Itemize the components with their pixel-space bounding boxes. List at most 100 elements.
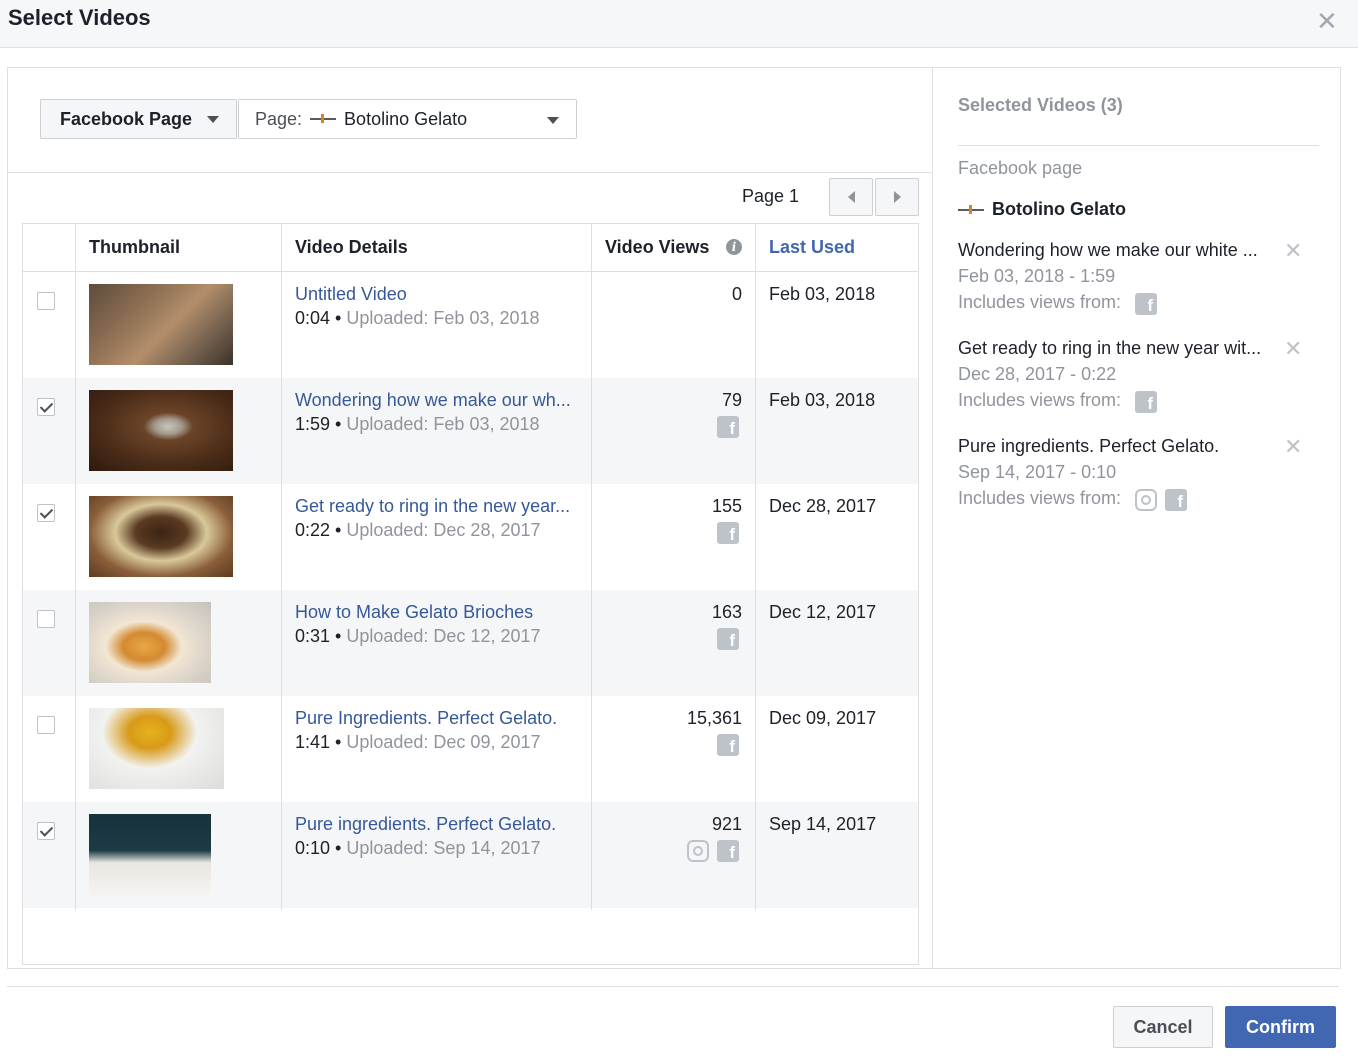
page-name-label: Botolino Gelato	[344, 108, 468, 129]
video-uploaded: Uploaded: Dec 09, 2017	[346, 732, 541, 752]
chevron-down-icon	[547, 117, 559, 124]
dialog-title: Select Videos	[8, 5, 151, 30]
confirm-button[interactable]: Confirm	[1225, 1006, 1336, 1048]
divider	[958, 145, 1319, 146]
selected-videos-pane: Selected Videos (3) Facebook page Botoli…	[933, 68, 1340, 968]
facebook-icon: f	[717, 522, 739, 544]
table-header: Thumbnail Video Details Video Views i La…	[23, 224, 918, 272]
table-row: Get ready to ring in the new year... 0:2…	[23, 484, 918, 590]
video-title-link[interactable]: Pure ingredients. Perfect Gelato.	[295, 814, 556, 835]
instagram-icon	[687, 840, 709, 862]
video-title-link[interactable]: Pure Ingredients. Perfect Gelato.	[295, 708, 557, 729]
video-last-used: Feb 03, 2018	[769, 390, 876, 410]
includes-views-label: Includes views from:	[958, 488, 1122, 508]
filter-bar: Facebook Page Page: Botolino Gelato	[8, 68, 932, 173]
selected-video-name: Pure ingredients. Perfect Gelato.	[958, 436, 1220, 456]
video-meta: 0:31 • Uploaded: Dec 12, 2017	[295, 626, 541, 646]
prev-page-button[interactable]	[829, 178, 873, 216]
row-checkbox[interactable]	[37, 822, 55, 840]
chevron-right-icon	[893, 191, 901, 203]
video-views: 155	[711, 496, 742, 516]
remove-selected-button[interactable]: ✕	[1284, 336, 1302, 362]
video-duration: 1:59	[295, 414, 331, 434]
source-type-label: Facebook Page	[60, 108, 193, 129]
selected-video-item: Get ready to ring in the new year wit...…	[958, 336, 1308, 418]
column-header-thumbnail: Thumbnail	[89, 237, 180, 257]
cancel-button[interactable]: Cancel	[1113, 1006, 1213, 1048]
table-row: Pure Ingredients. Perfect Gelato. 1:41 •…	[23, 696, 918, 802]
column-header-views: Video Views	[605, 237, 710, 257]
includes-views-from: Includes views from: f	[958, 292, 1308, 320]
selected-source-label: Facebook page	[958, 158, 1083, 178]
remove-selected-button[interactable]: ✕	[1284, 434, 1302, 460]
video-last-used: Dec 12, 2017	[769, 602, 877, 622]
row-checkbox[interactable]	[37, 504, 55, 522]
facebook-icon: f	[1165, 489, 1187, 511]
facebook-icon: f	[717, 416, 739, 438]
video-duration: 0:10	[295, 838, 331, 858]
video-meta: 0:22 • Uploaded: Dec 28, 2017	[295, 520, 541, 540]
selected-video-name: Get ready to ring in the new year wit...	[958, 338, 1262, 358]
video-last-used: Feb 03, 2018	[769, 284, 876, 304]
row-checkbox[interactable]	[37, 610, 55, 628]
video-views: 0	[731, 284, 742, 304]
dialog-header: Select Videos ✕	[0, 0, 1358, 48]
video-thumbnail[interactable]	[89, 390, 233, 471]
selected-video-sub: Dec 28, 2017 - 0:22	[958, 364, 1117, 384]
page-indicator: Page 1	[742, 186, 800, 206]
column-divider	[591, 224, 592, 910]
video-views: 163	[711, 602, 742, 622]
page-logo-icon	[958, 203, 984, 216]
page-dropdown[interactable]: Page: Botolino Gelato	[238, 99, 577, 139]
video-duration: 0:31	[295, 626, 331, 646]
facebook-icon: f	[1135, 391, 1157, 413]
selected-page-label: Botolino Gelato	[992, 199, 1126, 219]
table-row: Pure ingredients. Perfect Gelato. 0:10 •…	[23, 802, 918, 908]
video-title-link[interactable]: Get ready to ring in the new year...	[295, 496, 570, 517]
video-meta: 0:04 • Uploaded: Feb 03, 2018	[295, 308, 540, 328]
video-views: 15,361	[686, 708, 742, 728]
column-divider	[75, 224, 76, 910]
table-row: Wondering how we make our wh... 1:59 • U…	[23, 378, 918, 484]
selected-video-sub: Feb 03, 2018 - 1:59	[958, 266, 1116, 286]
column-header-last-used[interactable]: Last Used	[769, 237, 855, 258]
selected-video-item: Wondering how we make our white ... Feb …	[958, 238, 1308, 320]
video-title-link[interactable]: Wondering how we make our wh...	[295, 390, 571, 411]
video-uploaded: Uploaded: Feb 03, 2018	[346, 414, 540, 434]
includes-views-from: Includes views from: f	[958, 488, 1308, 516]
row-checkbox[interactable]	[37, 716, 55, 734]
page-logo-icon	[310, 113, 337, 125]
video-duration: 0:04	[295, 308, 331, 328]
includes-views-label: Includes views from:	[958, 292, 1122, 312]
page-prefix-label: Page:	[255, 108, 303, 129]
next-page-button[interactable]	[875, 178, 919, 216]
row-checkbox[interactable]	[37, 398, 55, 416]
table-row: Untitled Video 0:04 • Uploaded: Feb 03, …	[23, 272, 918, 378]
remove-selected-button[interactable]: ✕	[1284, 238, 1302, 264]
includes-views-from: Includes views from: f	[958, 390, 1308, 418]
video-uploaded: Uploaded: Dec 12, 2017	[346, 626, 541, 646]
source-type-dropdown[interactable]: Facebook Page	[40, 99, 237, 139]
video-thumbnail[interactable]	[89, 284, 233, 365]
includes-views-label: Includes views from:	[958, 390, 1122, 410]
video-title-link[interactable]: How to Make Gelato Brioches	[295, 602, 533, 623]
selected-videos-title: Selected Videos (3)	[958, 95, 1123, 115]
info-icon[interactable]: i	[726, 239, 742, 255]
video-views: 921	[711, 814, 742, 834]
selected-video-name: Wondering how we make our white ...	[958, 240, 1258, 260]
video-thumbnail[interactable]	[89, 496, 233, 577]
video-views: 79	[721, 390, 742, 410]
selected-video-sub: Sep 14, 2017 - 0:10	[958, 462, 1117, 482]
video-uploaded: Uploaded: Feb 03, 2018	[346, 308, 540, 328]
video-meta: 1:41 • Uploaded: Dec 09, 2017	[295, 732, 541, 752]
video-meta: 1:59 • Uploaded: Feb 03, 2018	[295, 414, 540, 434]
video-thumbnail[interactable]	[89, 602, 211, 683]
dialog-body: Facebook Page Page: Botolino Gelato Page…	[7, 67, 1341, 969]
table-row: How to Make Gelato Brioches 0:31 • Uploa…	[23, 590, 918, 696]
video-title-link[interactable]: Untitled Video	[295, 284, 407, 305]
facebook-icon: f	[717, 840, 739, 862]
video-thumbnail[interactable]	[89, 708, 224, 789]
close-icon[interactable]: ✕	[1316, 6, 1338, 37]
row-checkbox[interactable]	[37, 292, 55, 310]
video-thumbnail[interactable]	[89, 814, 211, 895]
